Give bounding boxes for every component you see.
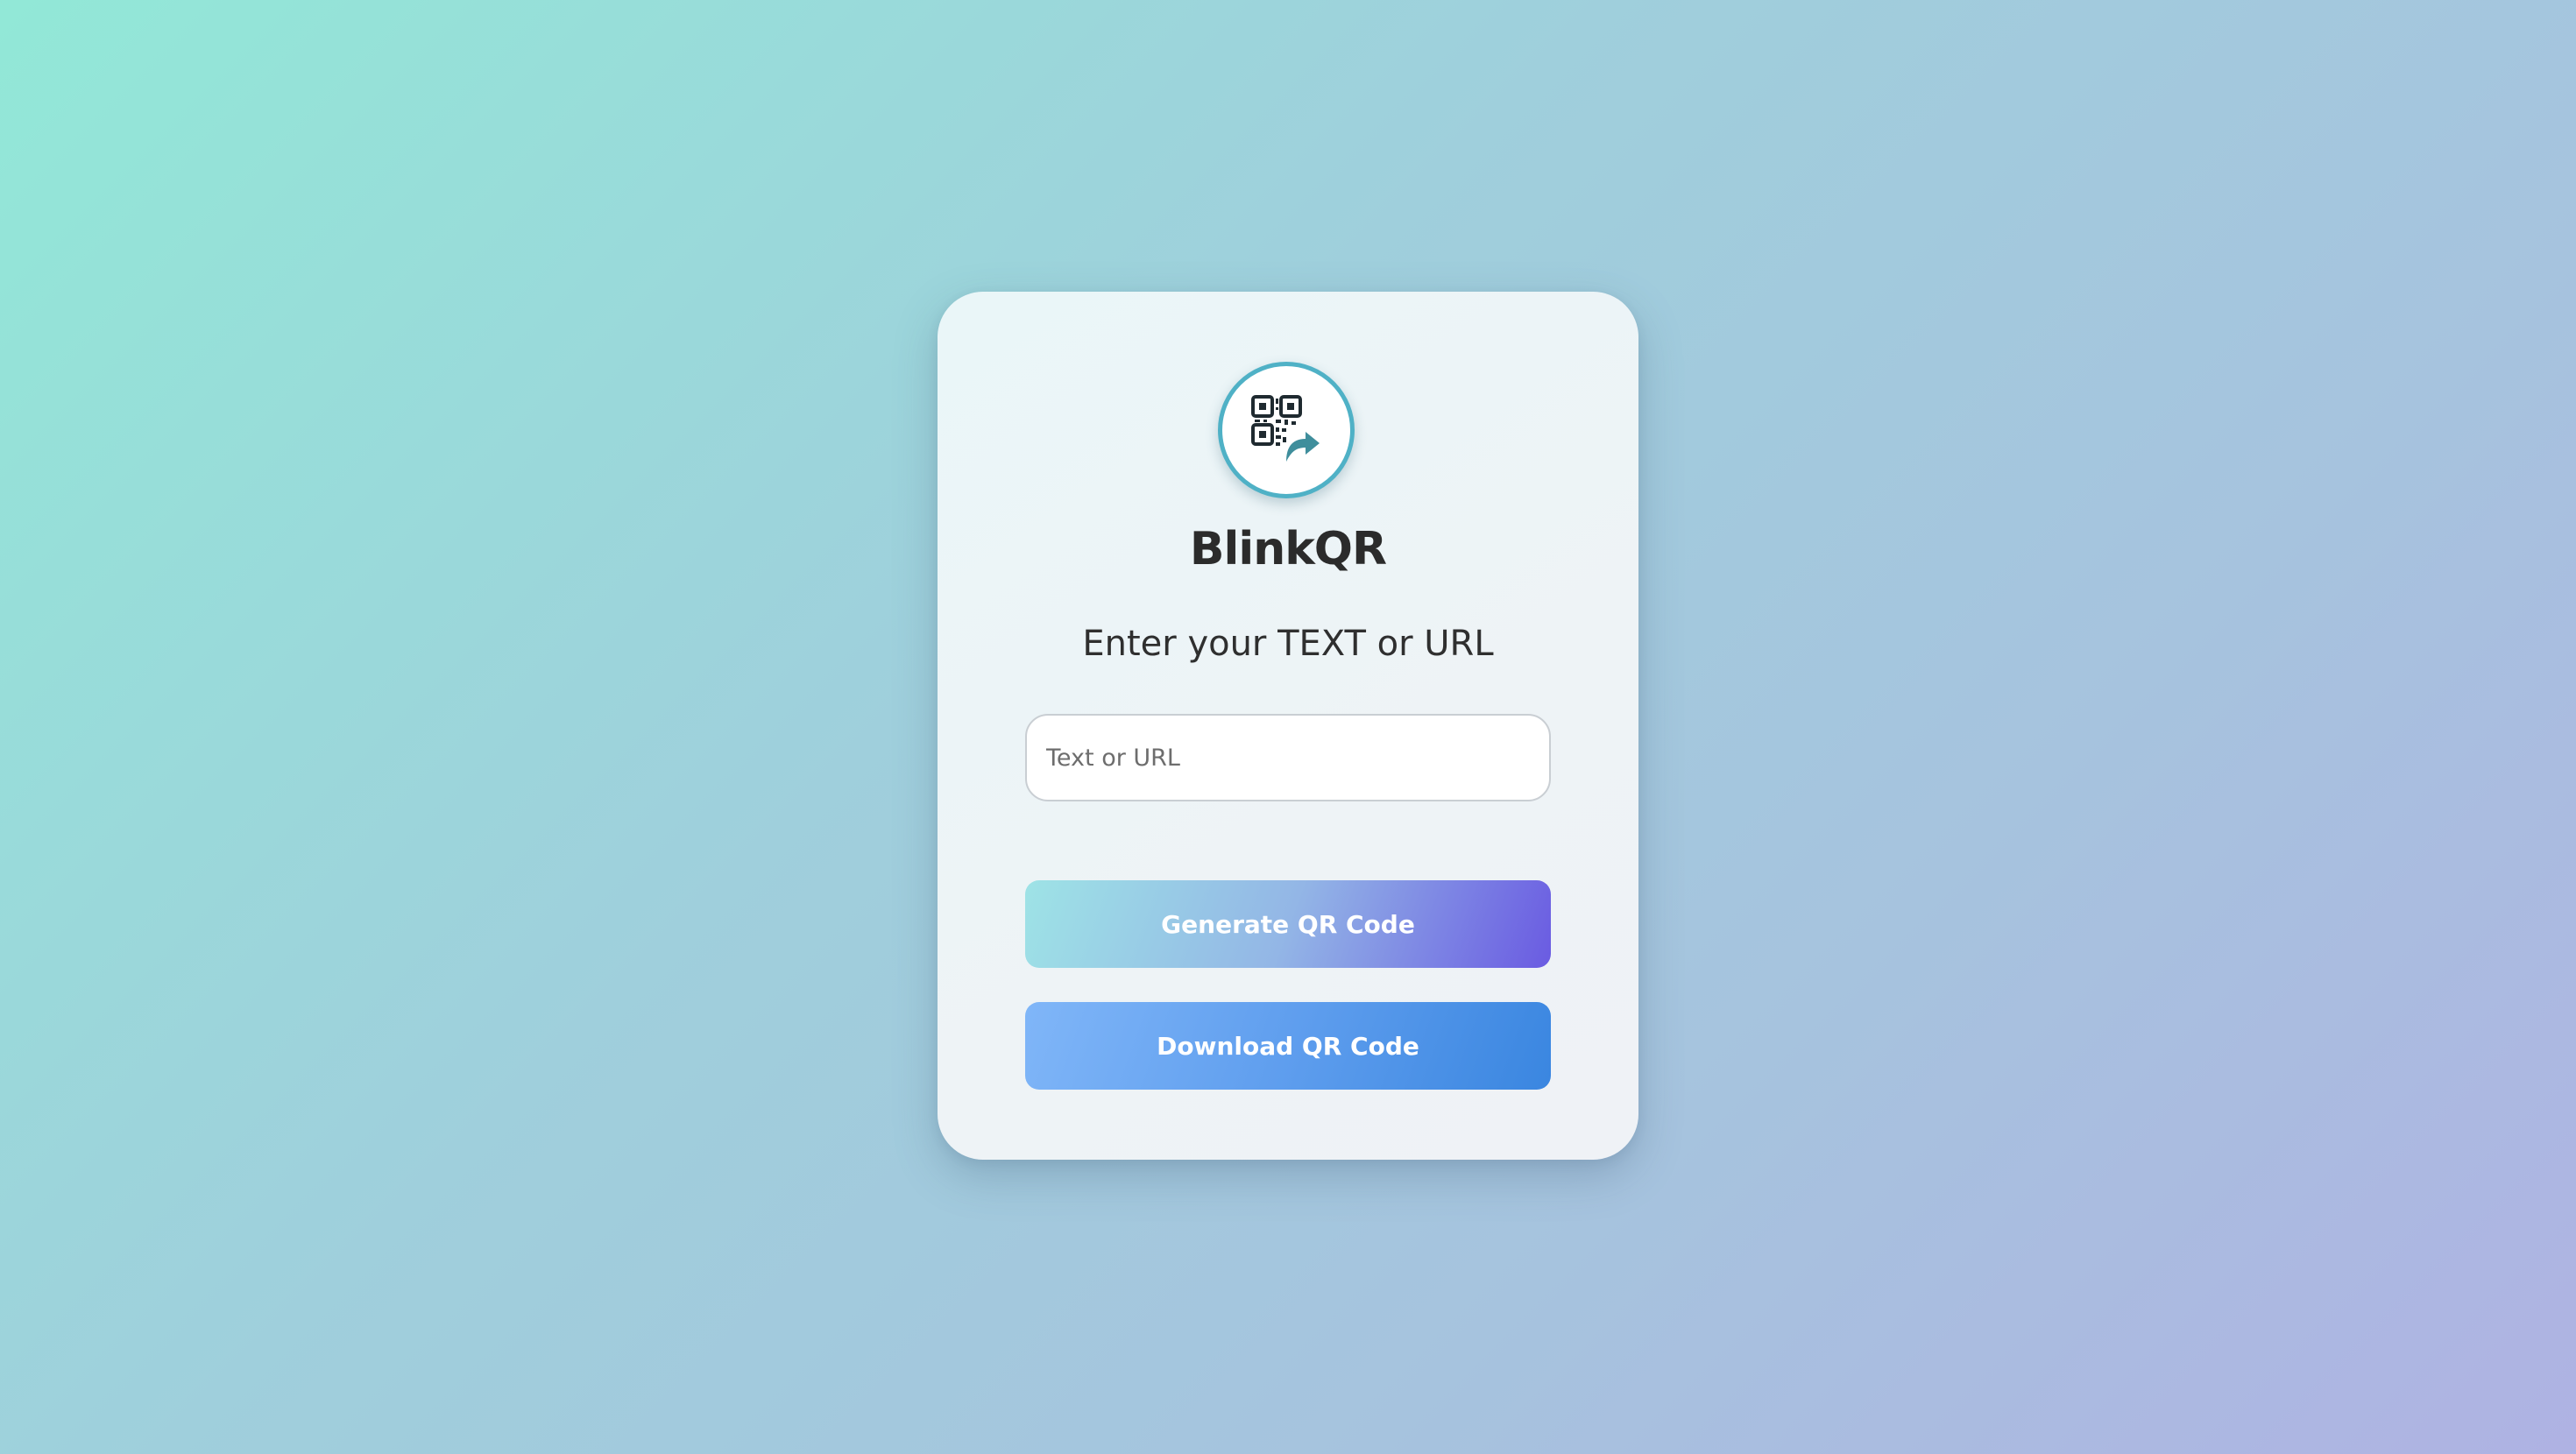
qr-generator-card: BlinkQR Enter your TEXT or URL Generate … — [938, 292, 1638, 1160]
app-logo — [1218, 362, 1355, 498]
generate-qr-button[interactable]: Generate QR Code — [1025, 880, 1551, 968]
download-qr-button[interactable]: Download QR Code — [1025, 1002, 1551, 1090]
text-url-input[interactable] — [1025, 714, 1551, 801]
qr-code-share-icon — [1251, 395, 1320, 462]
form-heading: Enter your TEXT or URL — [1082, 624, 1494, 664]
app-title: BlinkQR — [1189, 523, 1387, 575]
